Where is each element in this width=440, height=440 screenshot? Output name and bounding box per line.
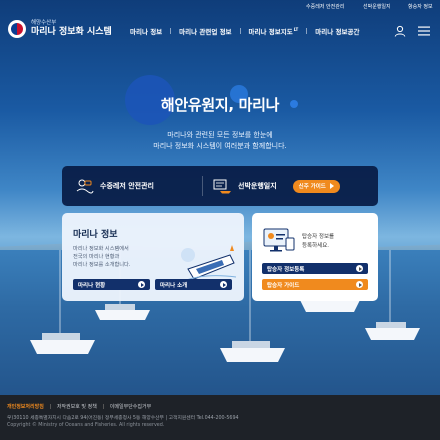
marina-info-title: 마리나 정보	[73, 230, 118, 240]
passenger-prompt-line2: 등록하세요.	[302, 243, 330, 249]
leisure-safety-link[interactable]: 수중레저 안전관리	[76, 178, 154, 194]
external-badge: LT	[293, 26, 299, 32]
passenger-prompt-line1: 탑승자 정보를	[302, 234, 335, 240]
guide-button[interactable]: 신주 가이드	[292, 179, 340, 193]
nav-marina-map-label: 마리나 정보지도	[248, 28, 293, 36]
passenger-register-button[interactable]: 탑승자 정보등록	[262, 263, 368, 274]
monitor-registration-icon	[263, 228, 295, 252]
guide-button-label: 신주 가이드	[298, 184, 326, 190]
passenger-guide-button[interactable]: 탑승자 가이드	[262, 279, 368, 290]
passenger-register-label: 탑승자 정보등록	[267, 266, 305, 273]
hamburger-menu-icon[interactable]	[418, 26, 430, 36]
footer-separator	[49, 404, 51, 409]
user-icon[interactable]	[394, 25, 406, 37]
marina-info-desc-line2: 전국의 마리나 현황과	[73, 254, 120, 260]
main-navigation: 마리나 정보 마리나 관련업 정보 마리나 정보지도LT 마리나 정보공간	[130, 26, 359, 36]
passenger-guide-label: 탑승자 가이드	[267, 282, 300, 289]
footer-privacy-link[interactable]: 개인정보처리방침	[7, 403, 44, 410]
hero-title: 해안유원지, 마리나	[160, 96, 280, 114]
utility-bar: 수중레저 안전관리 선박운행일지 항승자 정보	[0, 0, 440, 12]
arrow-right-icon	[138, 281, 145, 288]
nav-marina-business[interactable]: 마리나 관련업 정보	[179, 26, 231, 36]
leisure-safety-label: 수중레저 안전관리	[100, 182, 154, 190]
nav-marina-map[interactable]: 마리나 정보지도LT	[249, 26, 299, 36]
site-footer: 개인정보처리방침 저작권보호 및 정책 이메일무단수집거부 우)30110 세종…	[0, 395, 440, 440]
logo-org: 해양수산부	[31, 20, 57, 26]
arrow-right-icon	[356, 281, 363, 288]
nav-separator	[170, 28, 172, 34]
footer-separator	[102, 404, 104, 409]
marina-info-card: 마리나 정보 마리나 정보화 시스템에서 전국의 마리나 현황과 마리나 정보를…	[62, 213, 244, 301]
bar-divider	[202, 176, 203, 196]
marina-intro-button[interactable]: 마리나 소개	[155, 279, 232, 290]
nav-separator	[239, 28, 241, 34]
nav-marina-info[interactable]: 마리나 정보	[130, 26, 162, 36]
footer-links: 개인정보처리방침 저작권보호 및 정책 이메일무단수집거부	[7, 403, 151, 410]
logbook-group: 선박운행일지 신주 가이드	[212, 178, 340, 194]
footer-copyright: Copyright © Ministry of Oceans and Fishe…	[7, 423, 165, 428]
footer-email-refusal-link[interactable]: 이메일무단수집거부	[110, 403, 151, 410]
logo-system-name: 마리나 정보화 시스템	[31, 27, 112, 37]
arrow-right-icon	[356, 265, 363, 272]
ship-logbook-icon	[213, 179, 231, 194]
marina-status-label: 마리나 현황	[78, 282, 106, 289]
marina-info-desc-line3: 마리나 정보를 소개합니다.	[73, 262, 131, 268]
nav-marina-space[interactable]: 마리나 정보공간	[315, 26, 359, 36]
arrow-right-icon	[220, 281, 227, 288]
hero-subtitle-line1: 마리나와 관련된 모든 정보를 한눈에	[167, 131, 273, 139]
utility-link-logbook[interactable]: 선박운행일지	[363, 3, 391, 10]
government-emblem-icon	[8, 20, 26, 38]
passenger-info-card: 탑승자 정보를 등록하세요. 탑승자 정보등록 탑승자 가이드	[252, 213, 378, 301]
quick-service-bar: 수중레저 안전관리 선박운행일지 신주 가이드	[62, 166, 378, 206]
marina-status-button[interactable]: 마리나 현황	[73, 279, 150, 290]
diver-icon	[76, 179, 94, 194]
marina-info-desc-line1: 마리나 정보화 시스템에서	[73, 246, 129, 252]
footer-address: 우)30110 세종특별자치시 다솜2로 94(어진동) 정부세종청사 5동 해…	[7, 416, 239, 421]
play-arrow-icon	[329, 183, 334, 189]
logbook-label[interactable]: 선박운행일지	[238, 181, 277, 191]
utility-link-passenger[interactable]: 항승자 정보	[408, 3, 433, 10]
site-logo[interactable]: 해양수산부 마리나 정보화 시스템	[8, 20, 112, 38]
nav-separator	[306, 28, 308, 34]
hero-subtitle-line2: 마리나 정보화 시스템이 여러분과 함께합니다.	[153, 142, 287, 150]
footer-copyright-policy-link[interactable]: 저작권보호 및 정책	[57, 403, 97, 410]
marina-intro-label: 마리나 소개	[160, 282, 188, 289]
utility-link-leisure[interactable]: 수중레저 안전관리	[306, 3, 344, 10]
